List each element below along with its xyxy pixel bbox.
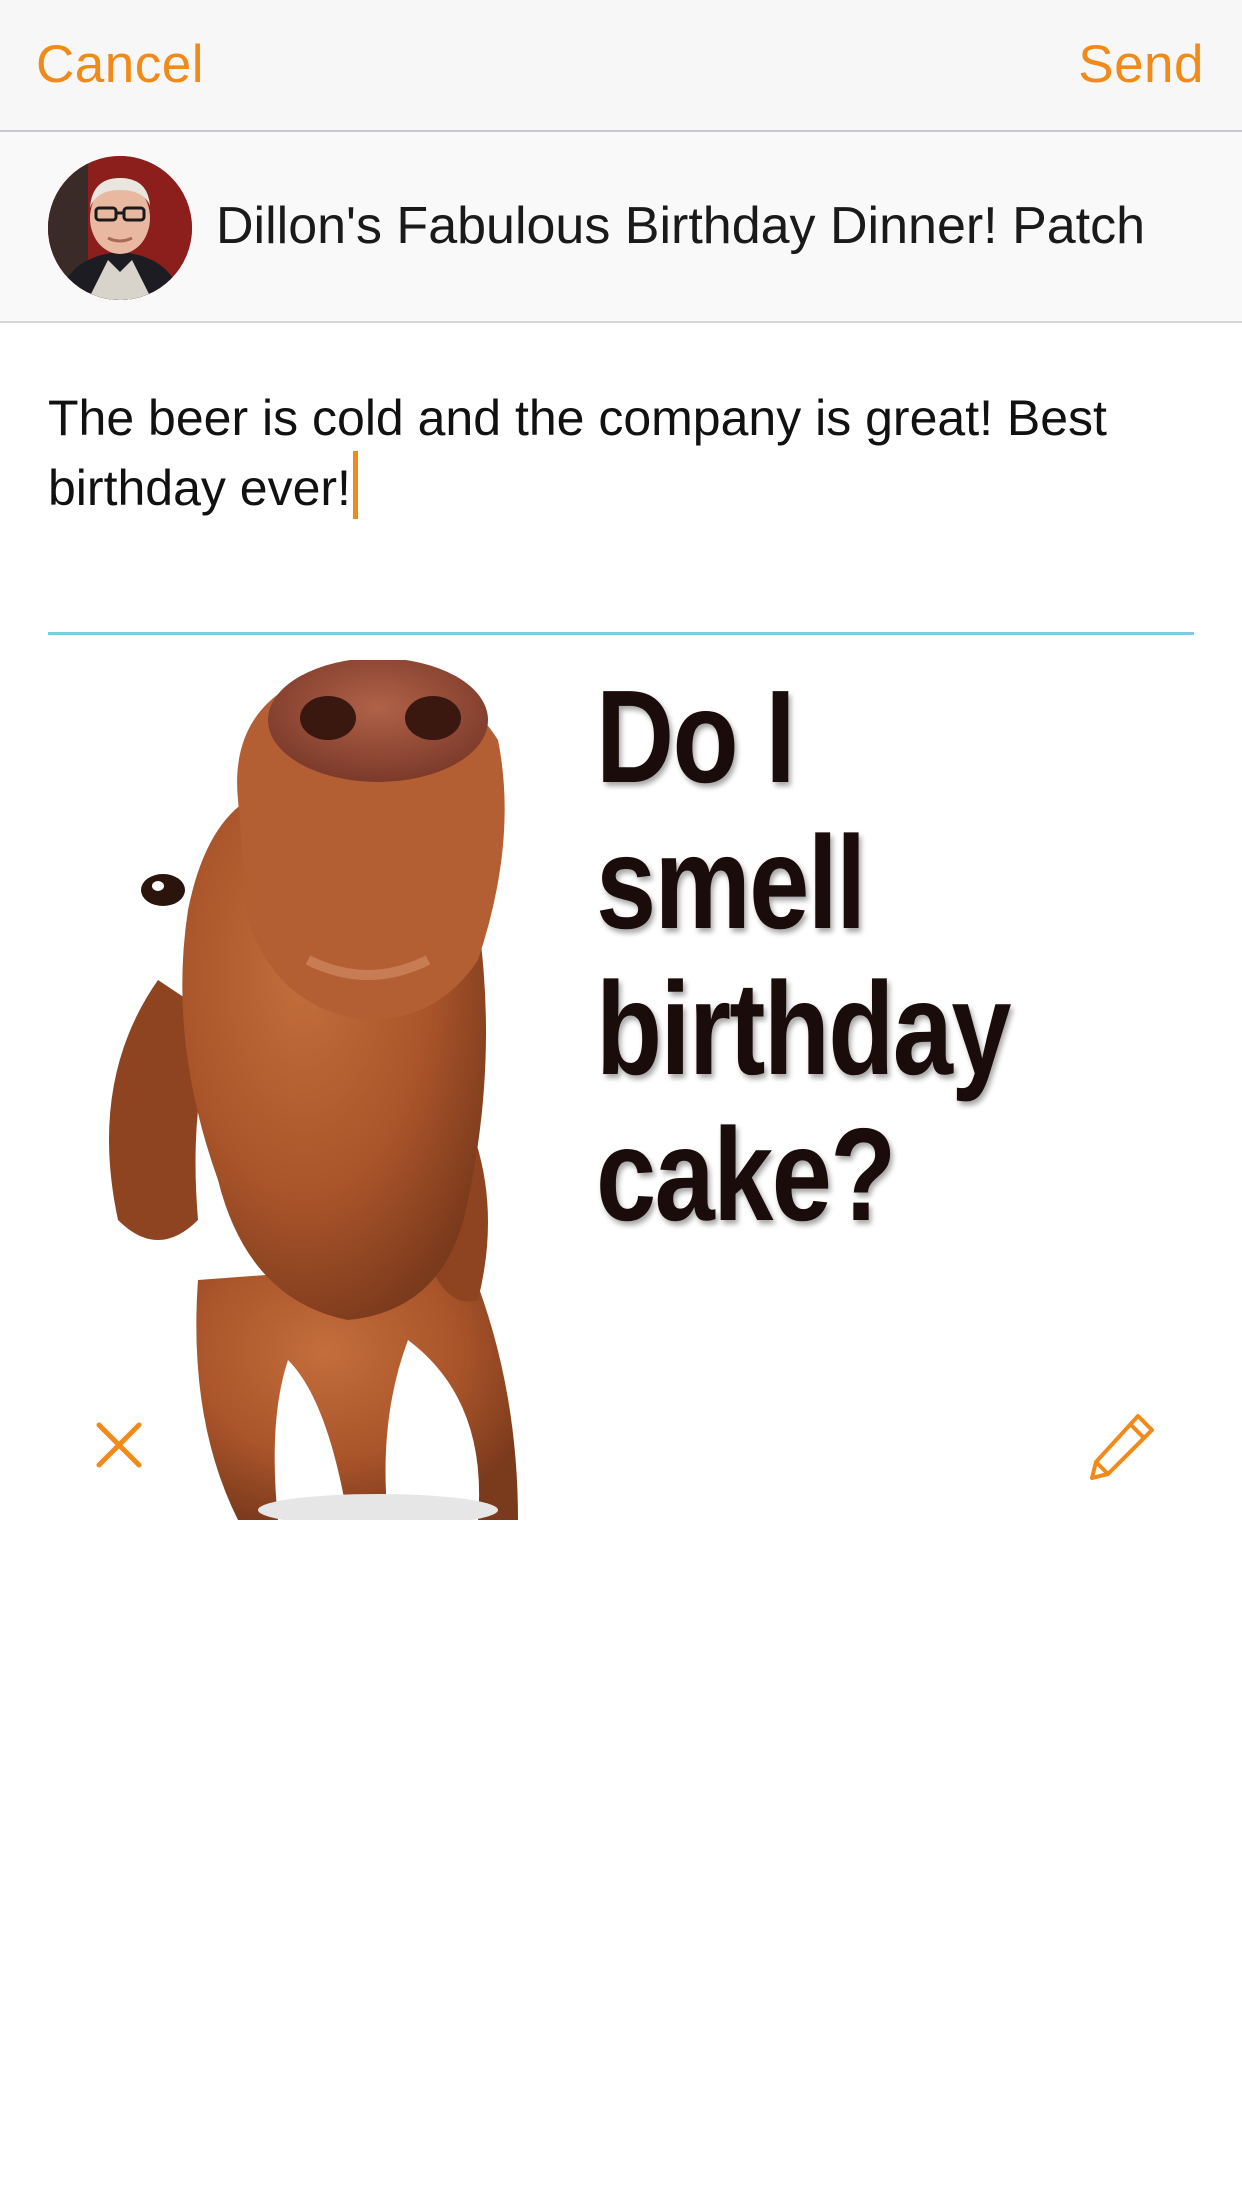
patch-header: Dillon's Fabulous Birthday Dinner! Patch [0, 132, 1242, 323]
patch-title[interactable]: Dillon's Fabulous Birthday Dinner! Patch [216, 194, 1145, 258]
edit-photo-button[interactable] [1086, 1410, 1158, 1482]
remove-photo-button[interactable] [94, 1420, 144, 1470]
caption-line: Do I smell [596, 663, 866, 956]
message-text: The beer is cold and the company is grea… [48, 390, 1107, 516]
text-caret [352, 451, 358, 519]
message-text-area[interactable]: The beer is cold and the company is grea… [48, 385, 1198, 521]
navigation-bar: Cancel Send [0, 0, 1242, 132]
cancel-button[interactable]: Cancel [36, 30, 204, 100]
attached-photo[interactable]: Do I smell birthday cake? [48, 660, 1194, 1520]
photo-caption: Do I smell birthday cake? [596, 664, 1080, 1248]
pencil-icon [1090, 1414, 1154, 1480]
caption-line: cake? [596, 1101, 896, 1248]
composer-divider [48, 632, 1194, 635]
close-icon [96, 1422, 142, 1468]
compose-screen: Cancel Send Dillon's Fabulous Birthday D… [0, 0, 1242, 2208]
caption-line: birthday [596, 955, 1012, 1102]
avatar-portrait-icon [48, 156, 192, 300]
send-button[interactable]: Send [1078, 30, 1204, 100]
user-avatar [48, 156, 192, 300]
